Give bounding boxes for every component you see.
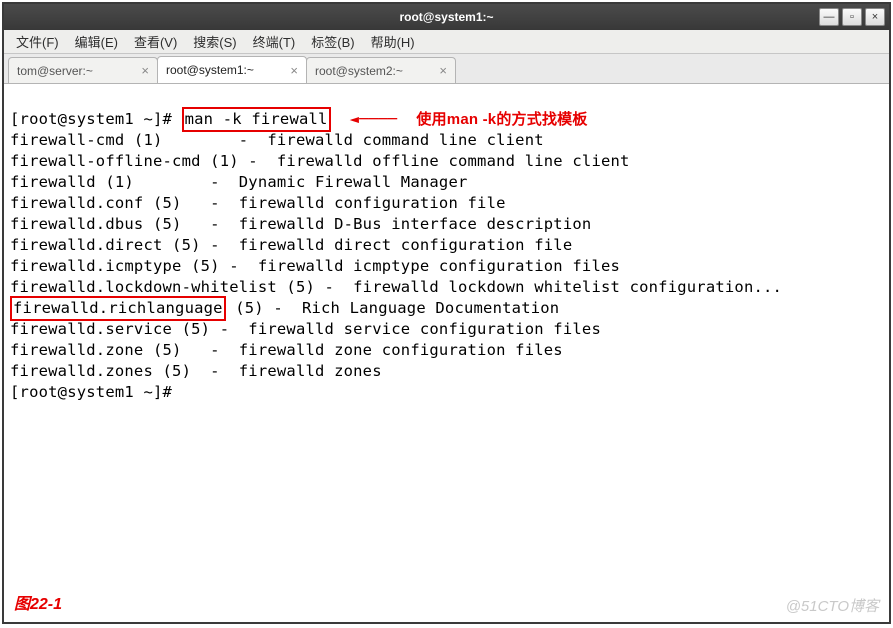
- terminal-line: firewalld.service (5) - firewalld servic…: [10, 320, 601, 338]
- tab-label: tom@server:~: [17, 64, 93, 78]
- tab-tom-server[interactable]: tom@server:~ ×: [8, 57, 158, 83]
- menu-file[interactable]: 文件(F): [10, 30, 65, 53]
- window-controls: — ▫ ×: [819, 8, 885, 26]
- close-icon[interactable]: ×: [439, 63, 447, 78]
- tabbar: tom@server:~ × root@system1:~ × root@sys…: [4, 54, 889, 84]
- terminal-line: firewall-offline-cmd (1) - firewalld off…: [10, 152, 630, 170]
- minimize-button[interactable]: —: [819, 8, 839, 26]
- terminal-line: firewalld.conf (5) - firewalld configura…: [10, 194, 506, 212]
- terminal-line: firewalld.zone (5) - firewalld zone conf…: [10, 341, 563, 359]
- tab-label: root@system1:~: [166, 63, 254, 77]
- terminal-line: firewalld.direct (5) - firewalld direct …: [10, 236, 572, 254]
- annotation-text: 使用man -k的方式找模板: [416, 111, 587, 128]
- terminal-output[interactable]: [root@system1 ~]# man -k firewall ◄──── …: [4, 84, 889, 428]
- terminal-line: firewalld.dbus (5) - firewalld D-Bus int…: [10, 215, 591, 233]
- watermark: @51CTO博客: [786, 595, 879, 616]
- highlighted-command: man -k firewall: [182, 107, 331, 132]
- terminal-line: firewalld.icmptype (5) - firewalld icmpt…: [10, 257, 620, 275]
- menu-help[interactable]: 帮助(H): [365, 30, 421, 53]
- close-icon[interactable]: ×: [290, 63, 298, 78]
- titlebar: root@system1:~ — ▫ ×: [4, 4, 889, 30]
- tab-label: root@system2:~: [315, 64, 403, 78]
- menu-terminal[interactable]: 终端(T): [247, 30, 302, 53]
- terminal-line: firewall-cmd (1) - firewalld command lin…: [10, 131, 544, 149]
- window-title: root@system1:~: [4, 10, 889, 24]
- highlighted-entry: firewalld.richlanguage: [10, 296, 226, 321]
- maximize-button[interactable]: ▫: [842, 8, 862, 26]
- close-icon[interactable]: ×: [141, 63, 149, 78]
- menu-tabs[interactable]: 标签(B): [305, 30, 360, 53]
- tab-root-system1[interactable]: root@system1:~ ×: [157, 56, 307, 83]
- terminal-line: firewalld.zones (5) - firewalld zones: [10, 362, 382, 380]
- menu-search[interactable]: 搜索(S): [187, 30, 242, 53]
- terminal-line: firewalld.lockdown-whitelist (5) - firew…: [10, 278, 782, 296]
- arrow-icon: ◄────: [350, 110, 398, 128]
- menu-view[interactable]: 查看(V): [128, 30, 183, 53]
- menubar: 文件(F) 编辑(E) 查看(V) 搜索(S) 终端(T) 标签(B) 帮助(H…: [4, 30, 889, 54]
- close-button[interactable]: ×: [865, 8, 885, 26]
- menu-edit[interactable]: 编辑(E): [69, 30, 124, 53]
- figure-label: 图22-1: [14, 590, 62, 614]
- terminal-line: firewalld (1) - Dynamic Firewall Manager: [10, 173, 468, 191]
- highlighted-entry-row: firewalld.richlanguage (5) - Rich Langua…: [10, 299, 559, 317]
- app-window: root@system1:~ — ▫ × 文件(F) 编辑(E) 查看(V) 搜…: [2, 2, 891, 624]
- prompt: [root@system1 ~]#: [10, 110, 172, 128]
- tab-root-system2[interactable]: root@system2:~ ×: [306, 57, 456, 83]
- prompt: [root@system1 ~]#: [10, 383, 172, 401]
